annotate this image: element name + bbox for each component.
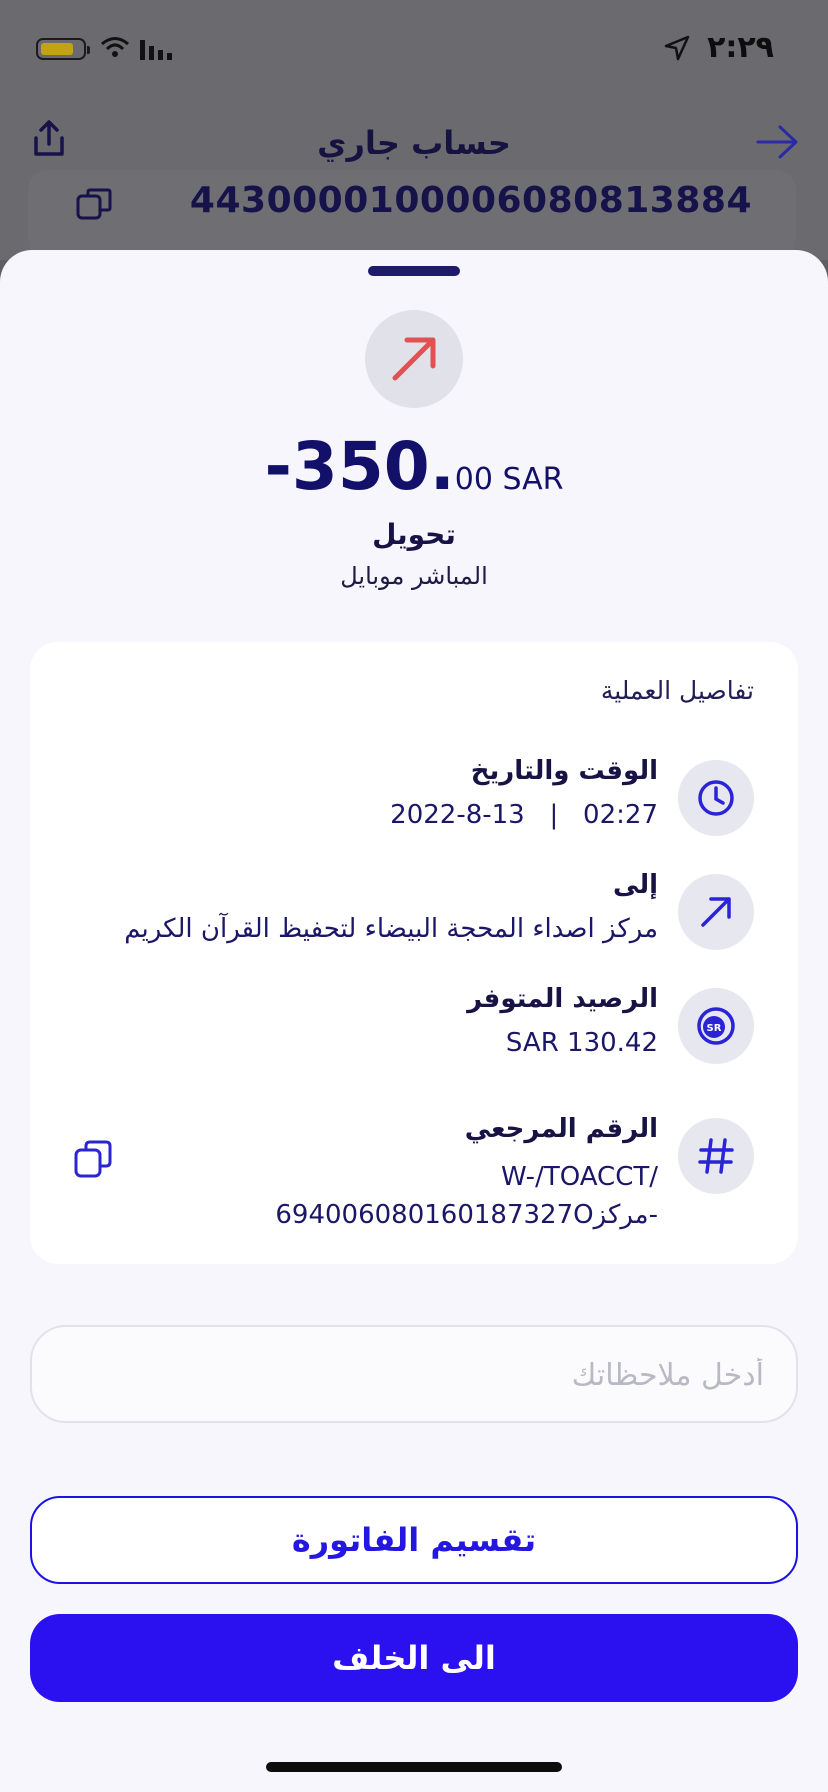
copy-reference-icon[interactable] <box>74 1140 112 1178</box>
recipient-label: إلى <box>613 870 658 900</box>
location-icon <box>664 35 690 61</box>
notes-field[interactable] <box>30 1325 798 1423</box>
hash-icon <box>678 1118 754 1194</box>
battery-icon <box>36 38 90 60</box>
status-time: ٢:٢٩ <box>707 30 774 65</box>
reference-label: الرقم المرجعي <box>464 1114 658 1144</box>
amount-main: -350. <box>264 428 455 505</box>
outgoing-arrow-icon <box>365 310 463 408</box>
copy-icon[interactable] <box>76 188 112 220</box>
clock-icon <box>678 760 754 836</box>
reference-value: W-/TOACCT/ 694006080160187327Oمركز- <box>238 1158 658 1234</box>
reference-line-2: 694006080160187327Oمركز- <box>275 1200 658 1230</box>
arrow-up-right-icon <box>678 874 754 950</box>
details-card: تفاصيل العملية الوقت والتاريخ 2022-8-13 … <box>30 642 798 1264</box>
datetime-value: 2022-8-13 | 02:27 <box>390 800 658 830</box>
sar-coins-icon: SR <box>678 988 754 1064</box>
balance-label: الرصيد المتوفر <box>467 984 658 1014</box>
transaction-channel: المباشر موبايل <box>340 562 488 590</box>
balance-value: SAR 130.42 <box>505 1028 658 1058</box>
transaction-amount: -350.00 SAR <box>0 428 828 505</box>
details-title: تفاصيل العملية <box>600 676 754 705</box>
status-bar: ٢:٢٩ <box>0 30 828 70</box>
reference-line-1: W-/TOACCT/ <box>501 1162 658 1192</box>
transaction-type: تحويل <box>372 518 456 551</box>
svg-text:SR: SR <box>707 1023 722 1034</box>
account-number: 4430000100006080813884 <box>189 180 752 221</box>
recipient-value: مركز اصداء المحجة البيضاء لتحفيظ القرآن … <box>124 914 658 944</box>
page-title: حساب جاري <box>317 124 511 162</box>
background-header: حساب جاري <box>0 118 828 178</box>
back-button[interactable]: الى الخلف <box>30 1614 798 1702</box>
amount-cents: 00 SAR <box>454 462 564 497</box>
signal-icon <box>140 40 172 60</box>
back-arrow-icon[interactable] <box>756 124 800 160</box>
notes-input[interactable] <box>62 1327 766 1423</box>
wifi-icon <box>101 37 129 57</box>
transaction-sheet: -350.00 SAR تحويل المباشر موبايل تفاصيل … <box>0 250 828 1792</box>
datetime-label: الوقت والتاريخ <box>470 756 658 786</box>
sheet-grabber[interactable] <box>368 266 460 276</box>
home-indicator[interactable] <box>266 1762 562 1772</box>
split-bill-button[interactable]: تقسيم الفاتورة <box>30 1496 798 1584</box>
